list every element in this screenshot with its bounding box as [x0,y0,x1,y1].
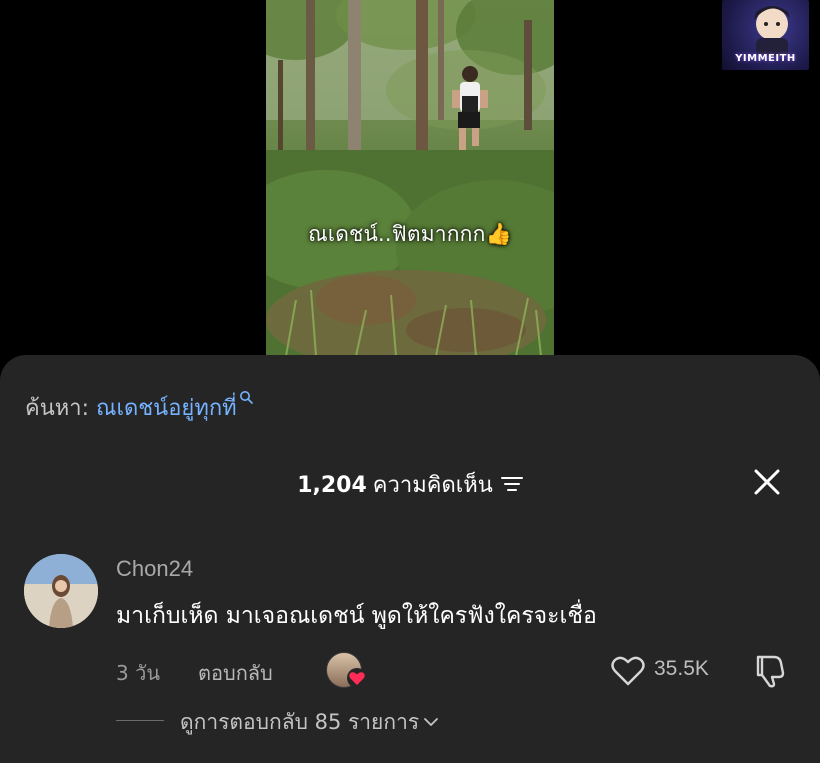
forest-scene [266,0,554,356]
dislike-icon [756,655,785,688]
video-caption: ณเดชน์..ฟิตมากกก👍 [308,222,512,246]
view-replies-button[interactable]: ดูการตอบกลับ 85 รายการ [180,706,439,739]
channel-logo[interactable]: YIMMEITH [722,0,809,70]
chevron-down-icon [424,718,439,726]
comment-count: 1,204 [297,473,367,498]
replies-divider [116,720,164,721]
comment-text: มาเก็บเห็ด มาเจอณเดชน์ พูดให้ใครฟังใครจะ… [116,603,597,629]
sort-icon[interactable] [500,475,523,493]
commenter-avatar-photo [24,554,98,628]
comment-username[interactable]: Chon24 [116,556,193,582]
commenter-avatar[interactable] [24,554,98,628]
reply-button[interactable]: ตอบกลับ [198,657,273,689]
search-label: ค้นหา: [25,396,90,421]
view-replies-label: ดูการตอบกลับ 85 รายการ [180,710,420,734]
search-suggestion[interactable]: ค้นหา: ณเดชน์อยู่ทุกที่ [25,390,253,425]
search-icon [239,391,253,404]
comments-header: 1,204 ความคิดเห็น [0,467,820,502]
like-count: 35.5K [654,657,709,680]
comment-timestamp: 3 วัน [116,661,160,685]
like-icon [611,656,645,686]
close-icon [754,469,780,495]
channel-logo-text: YIMMEITH [735,53,796,64]
heart-badge-icon [347,668,367,688]
dislike-button[interactable] [750,651,790,689]
comment-count-label: ความคิดเห็น [372,473,493,498]
close-button[interactable] [748,463,786,501]
like-button[interactable] [608,652,648,688]
search-query-link[interactable]: ณเดชน์อยู่ทุกที่ [96,396,237,421]
comments-screen: ณเดชน์..ฟิตมากกก👍 YIMMEITH ค้นหา: ณเดชน์… [0,0,820,763]
video-player[interactable]: ณเดชน์..ฟิตมากกก👍 [266,0,554,356]
